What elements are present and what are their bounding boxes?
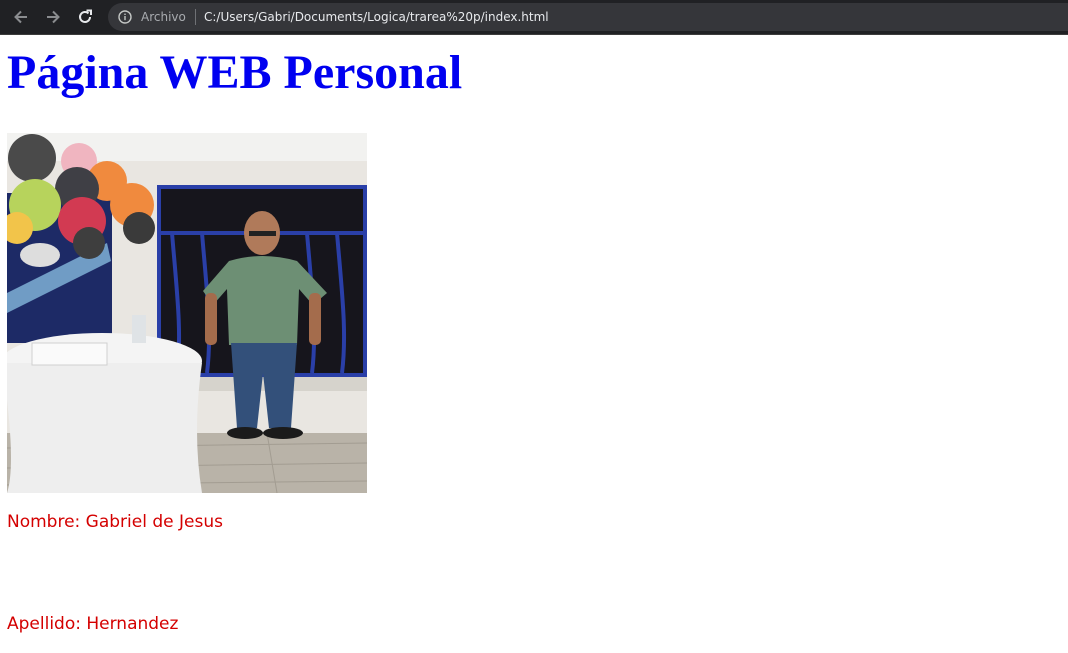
first-name-text: Nombre: Gabriel de Jesus [7, 512, 223, 532]
forward-button[interactable] [42, 6, 64, 28]
page-title: Página WEB Personal [7, 46, 463, 99]
reload-button[interactable] [74, 6, 96, 28]
address-bar[interactable]: Archivo C:/Users/Gabri/Documents/Logica/… [108, 3, 1068, 31]
scheme-label: Archivo [141, 10, 186, 24]
url-text[interactable]: C:/Users/Gabri/Documents/Logica/trarea%2… [204, 9, 549, 25]
last-name-text: Apellido: Hernandez [7, 614, 179, 634]
info-icon[interactable] [118, 10, 132, 24]
profile-photo [7, 133, 367, 493]
back-button[interactable] [10, 6, 32, 28]
omnibox-divider [195, 9, 196, 25]
page-content: Página WEB Personal Nombre: Gabriel de J… [0, 35, 1068, 653]
browser-toolbar: Archivo C:/Users/Gabri/Documents/Logica/… [0, 0, 1068, 35]
arrow-left-icon [14, 10, 27, 24]
reload-icon [79, 9, 92, 23]
arrow-right-icon [47, 10, 60, 24]
